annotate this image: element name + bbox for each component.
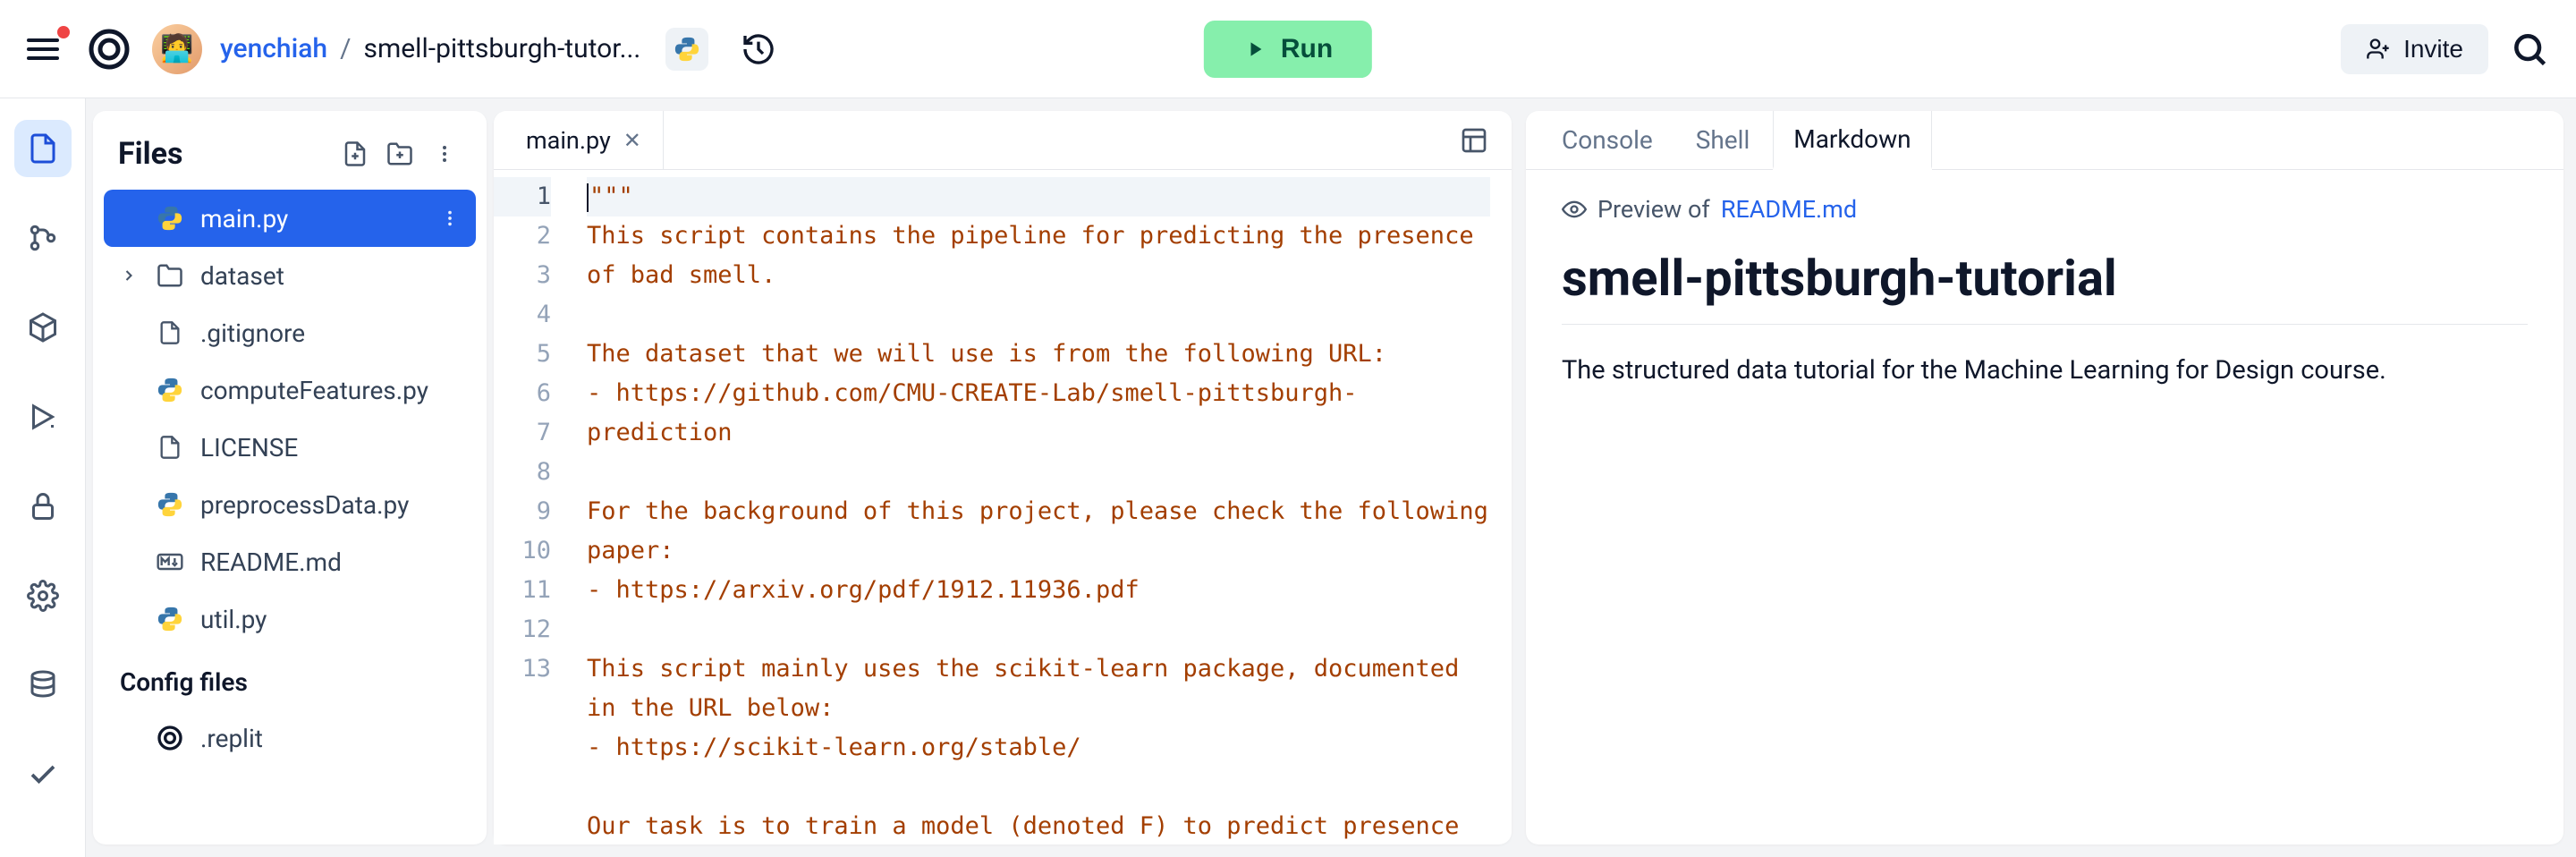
rail-files[interactable] [14,120,72,177]
file-row-LICENSE[interactable]: LICENSE [104,419,476,476]
config-section-label: Config files [104,648,476,709]
rail-settings[interactable] [14,567,72,624]
rail-vcs[interactable] [14,209,72,267]
file-icon [154,722,186,754]
preview-file-link[interactable]: README.md [1721,195,1857,224]
breadcrumb: yenchiah / smell-pittsburgh-tutor... [220,33,640,64]
rail-debugger[interactable] [14,388,72,445]
editor-layout-button[interactable] [1456,123,1492,158]
file-icon [154,317,186,349]
file-name: README.md [200,547,342,577]
file-name: .gitignore [200,318,305,348]
new-file-button[interactable] [338,137,372,171]
file-icon [154,546,186,578]
chevron-right-icon [120,267,140,284]
language-badge[interactable] [665,28,708,71]
rail-secrets[interactable] [14,478,72,535]
breadcrumb-project[interactable]: smell-pittsburgh-tutor... [363,33,640,64]
run-button-label: Run [1281,34,1333,64]
run-button[interactable]: Run [1204,21,1372,78]
right-tabs: Console Shell Markdown [1526,111,2563,170]
file-name: dataset [200,261,284,291]
replit-logo[interactable] [84,24,134,74]
menu-button[interactable] [27,30,66,69]
markdown-body: The structured data tutorial for the Mac… [1562,352,2438,391]
preview-prefix: Preview of [1597,195,1710,224]
file-row--gitignore[interactable]: .gitignore [104,304,476,361]
eye-icon [1562,197,1587,222]
top-bar: 🧑‍💻 yenchiah / smell-pittsburgh-tutor...… [0,0,2576,98]
file-icon [154,488,186,521]
tab-console[interactable]: Console [1542,111,1673,169]
breadcrumb-user[interactable]: yenchiah [220,33,327,64]
breadcrumb-separator: / [340,33,351,64]
search-button[interactable] [2510,30,2549,69]
file-row-main-py[interactable]: main.py [104,190,476,247]
editor-tab-label: main.py [526,126,611,155]
editor-tabs: main.py ✕ [494,111,1512,170]
code-editor[interactable]: 12345678910111213 """This script contain… [494,170,1512,844]
file-name: .replit [200,724,263,753]
file-row-util-py[interactable]: util.py [104,590,476,648]
file-icon [154,431,186,463]
file-name: main.py [200,204,288,233]
files-title: Files [118,136,327,172]
user-avatar[interactable]: 🧑‍💻 [152,24,202,74]
editor-panel: main.py ✕ 12345678910111213 """This scri… [494,111,1512,844]
file-more-icon[interactable] [440,208,460,228]
tab-markdown[interactable]: Markdown [1773,111,1931,169]
file-name: util.py [200,605,267,634]
file-icon [154,202,186,234]
tab-shell[interactable]: Shell [1676,111,1770,169]
invite-button[interactable]: Invite [2341,24,2488,74]
file-row--replit[interactable]: .replit [104,709,476,767]
file-row-README-md[interactable]: README.md [104,533,476,590]
activity-rail [0,98,86,857]
file-row-computeFeatures-py[interactable]: computeFeatures.py [104,361,476,419]
preview-indicator: Preview of README.md [1562,195,2528,224]
files-panel: Files main.py dataset .gitignore computeFea… [93,111,487,844]
right-panel: Console Shell Markdown Preview of README… [1526,111,2563,844]
new-folder-button[interactable] [383,137,417,171]
notification-dot [57,26,70,38]
file-icon [154,259,186,292]
file-name: preprocessData.py [200,490,409,520]
close-tab-icon[interactable]: ✕ [623,128,641,153]
file-icon [154,374,186,406]
file-row-preprocessData-py[interactable]: preprocessData.py [104,476,476,533]
rail-database[interactable] [14,657,72,714]
editor-tab-main[interactable]: main.py ✕ [504,111,664,169]
invite-button-label: Invite [2403,35,2463,64]
history-button[interactable] [741,31,776,67]
file-name: computeFeatures.py [200,376,428,405]
files-more-button[interactable] [428,137,462,171]
rail-packages[interactable] [14,299,72,356]
rail-status[interactable] [14,746,72,803]
markdown-title: smell-pittsburgh-tutorial [1562,249,2528,325]
file-row-dataset[interactable]: dataset [104,247,476,304]
file-name: LICENSE [200,433,298,462]
file-icon [154,603,186,635]
